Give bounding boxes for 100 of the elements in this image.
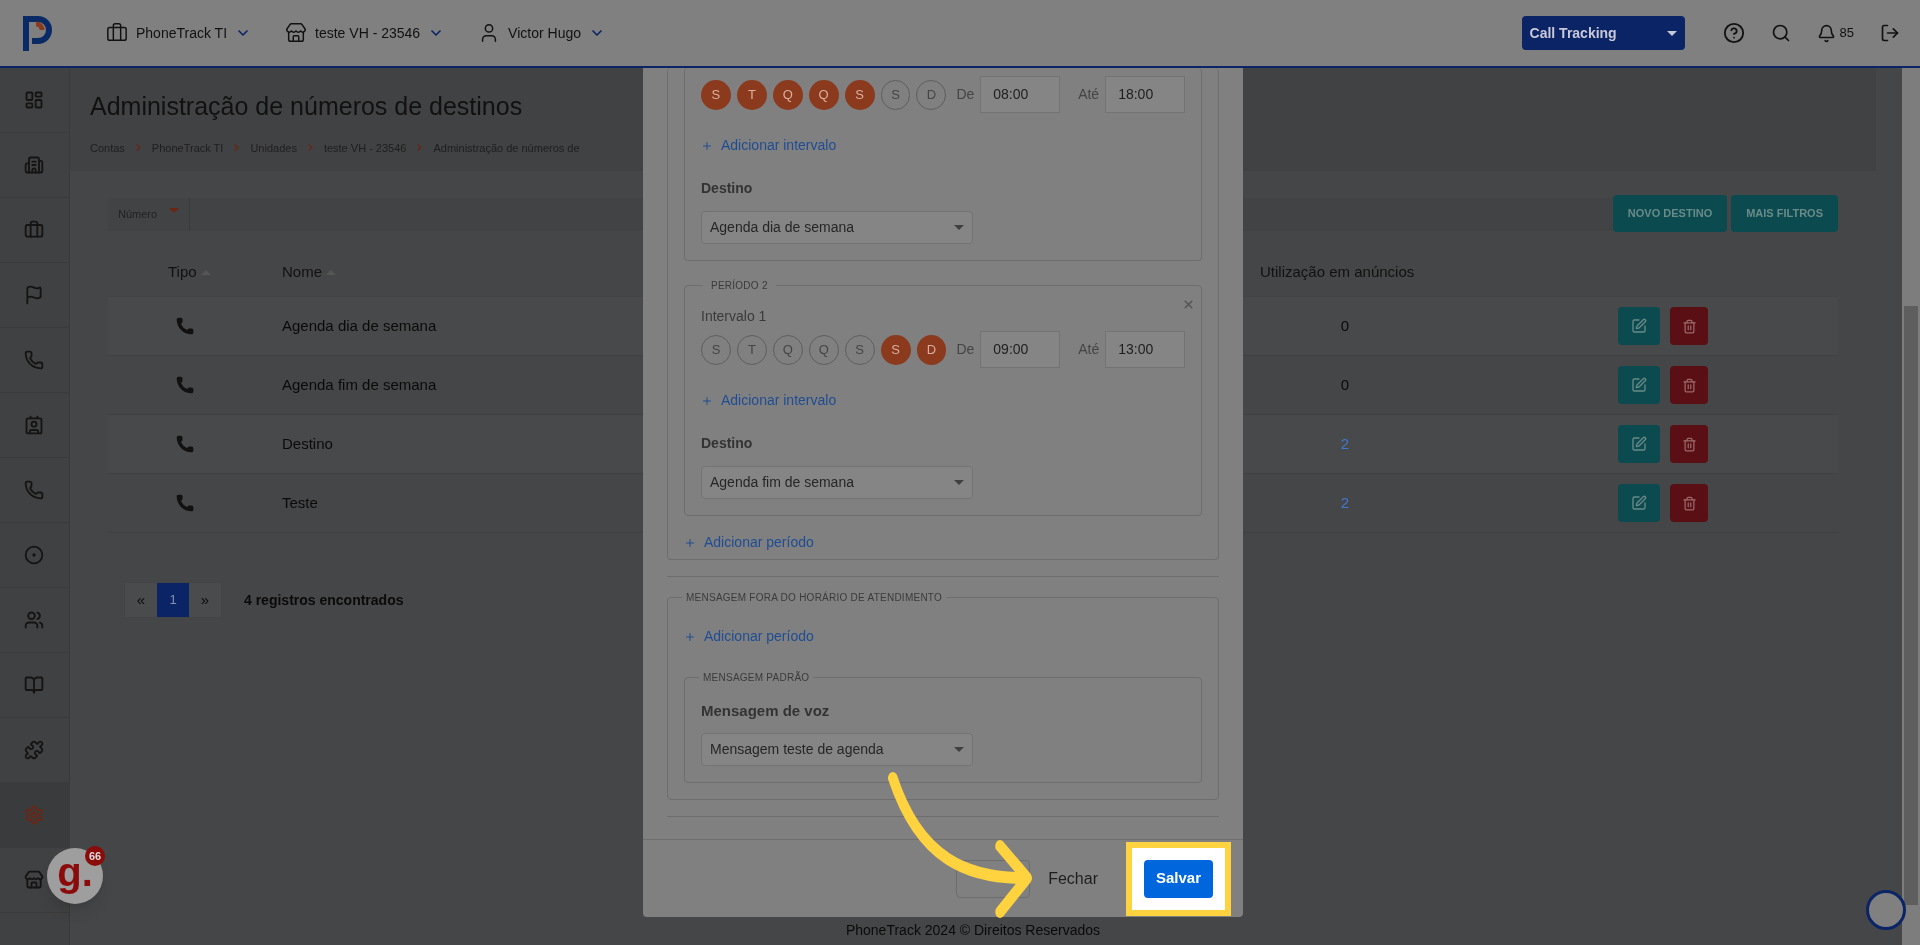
building-icon[interactable] (24, 155, 44, 175)
delete-button[interactable] (1670, 366, 1708, 404)
destination-label: Destino (701, 434, 753, 453)
delete-button[interactable] (1670, 484, 1708, 522)
weekday-toggle[interactable]: S (701, 79, 731, 110)
time-field[interactable]: 13:00 (1105, 331, 1186, 368)
puzzle-icon[interactable] (24, 740, 44, 760)
phone-icon (175, 316, 195, 336)
dropdown-caret-icon (954, 225, 964, 230)
store-icon[interactable] (24, 870, 44, 890)
weekday-toggle[interactable]: D (916, 334, 947, 365)
edit-icon (1631, 495, 1647, 511)
to-label: Até (1078, 85, 1100, 104)
weekday-toggle[interactable]: Q (808, 79, 839, 110)
edit-button[interactable] (1618, 425, 1660, 463)
select-field[interactable]: Agenda fim de semana (701, 466, 973, 499)
close-button[interactable]: Fechar (1040, 859, 1106, 898)
from-label: De (956, 340, 975, 359)
edit-button[interactable] (1618, 307, 1660, 345)
table-cell: 0 (1340, 375, 1350, 393)
dropdown-caret-icon (1666, 30, 1677, 36)
voice-message-label: Mensagem de voz (701, 701, 830, 721)
scrollbar-thumb[interactable] (1904, 306, 1918, 905)
search-icon[interactable] (1770, 23, 1791, 43)
briefcase-icon[interactable] (24, 220, 44, 240)
edit-button[interactable] (1618, 366, 1660, 404)
to-label: Até (1078, 340, 1100, 359)
notifications-button[interactable]: 85 (1816, 23, 1854, 43)
save-button[interactable]: Salvar (1143, 859, 1213, 898)
trash-icon (1681, 318, 1697, 334)
add-link[interactable]: Adicionar período (684, 626, 814, 647)
nav-dropdown[interactable]: PhoneTrack TI (106, 22, 252, 44)
phone-icon (175, 493, 195, 513)
plus-icon (701, 139, 713, 152)
nav-dropdown[interactable]: teste VH - 23546 (285, 22, 445, 44)
dropdown-caret-icon (954, 746, 964, 752)
contact-card-icon[interactable] (24, 415, 44, 435)
plus-icon (684, 630, 696, 643)
plus-icon (684, 536, 696, 549)
phone-icon[interactable] (24, 350, 44, 370)
dropdown-caret-icon (169, 208, 180, 213)
table-cell: Agenda fim de semana (282, 375, 437, 393)
briefcase-icon (106, 22, 128, 44)
destination-label: Destino (701, 179, 753, 198)
phone-icon[interactable] (24, 480, 44, 500)
from-label: De (956, 85, 975, 104)
help-icon[interactable] (1722, 22, 1745, 44)
table-cell: Destino (282, 434, 333, 452)
book-icon[interactable] (24, 675, 44, 695)
trash-icon (1681, 495, 1697, 511)
logo-icon[interactable] (20, 13, 54, 53)
delete-button[interactable] (1670, 307, 1708, 345)
plus-icon (701, 394, 713, 407)
interval-label: Intervalo 1 (701, 307, 768, 326)
action-button[interactable]: MAIS FILTROS (1731, 195, 1838, 232)
weekday-toggle[interactable]: S (880, 334, 911, 365)
settings-icon[interactable] (24, 805, 44, 825)
table-cell: 0 (1340, 316, 1350, 334)
edit-icon (1631, 377, 1647, 393)
pagination-page[interactable]: 1 (157, 583, 189, 617)
pagination-next[interactable]: » (189, 583, 221, 617)
footer-text: PhoneTrack 2024 © Direitos Reservados (845, 920, 1101, 940)
phone-icon (175, 375, 195, 395)
bell-icon (1816, 23, 1836, 43)
users-icon[interactable] (24, 610, 44, 630)
usage-link[interactable]: 2 (1340, 434, 1350, 452)
logout-icon[interactable] (1880, 23, 1900, 43)
add-link[interactable]: Adicionar intervalo (701, 135, 837, 156)
weekday-toggle[interactable]: S (844, 79, 875, 110)
select-field[interactable]: Mensagem teste de agenda (701, 732, 973, 766)
records-count: 4 registros encontrados (244, 590, 404, 610)
store-icon (285, 22, 308, 44)
dashboard-icon[interactable] (24, 90, 44, 110)
time-field[interactable]: 09:00 (980, 331, 1061, 368)
add-link[interactable]: Adicionar intervalo (701, 390, 837, 411)
add-link[interactable]: Adicionar período (684, 532, 814, 553)
trash-icon (1681, 377, 1697, 393)
trash-icon (1681, 436, 1697, 452)
edit-icon (1631, 318, 1647, 334)
remove-icon[interactable] (1182, 298, 1195, 311)
nav-dropdown[interactable]: Victor Hugo (478, 22, 605, 44)
delete-button[interactable] (1670, 425, 1708, 463)
column-header[interactable]: Tipo (168, 261, 197, 284)
edit-icon (1631, 436, 1647, 452)
select-field[interactable]: Agenda dia de semana (701, 211, 973, 244)
weekday-toggle[interactable]: T (736, 79, 767, 110)
table-cell: Teste (282, 493, 318, 511)
time-field[interactable]: 08:00 (980, 76, 1061, 113)
product-select[interactable]: Call Tracking (1521, 16, 1685, 50)
action-button[interactable]: NOVO DESTINO (1612, 195, 1728, 232)
time-field[interactable]: 18:00 (1105, 76, 1185, 113)
table-cell: Agenda dia de semana (282, 316, 437, 334)
weekday-toggle[interactable]: Q (772, 79, 803, 110)
phone-icon (175, 434, 195, 454)
disc-icon[interactable] (24, 545, 44, 565)
edit-button[interactable] (1618, 484, 1660, 522)
usage-link[interactable]: 2 (1340, 493, 1350, 511)
flag-icon[interactable] (24, 285, 44, 305)
pagination-prev[interactable]: « (125, 583, 157, 617)
dropdown-caret-icon (954, 480, 964, 485)
